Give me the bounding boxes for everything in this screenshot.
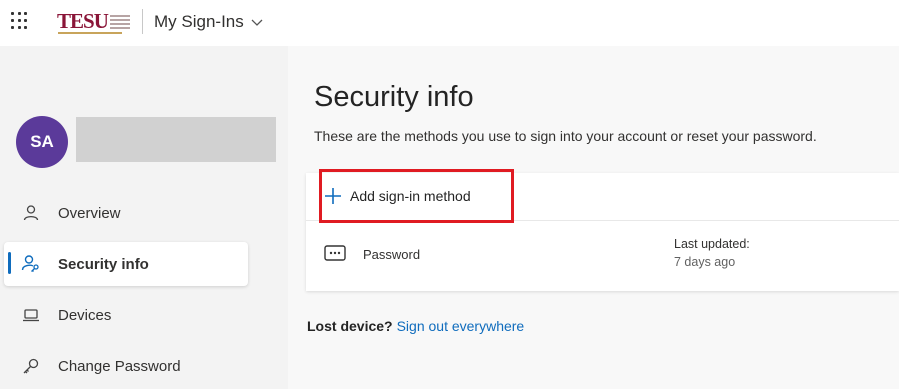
sign-out-everywhere-link[interactable]: Sign out everywhere [397,318,525,334]
sidebar: SA Overview Security info Devices Change… [0,46,288,389]
person-key-icon [21,254,41,274]
top-bar: TESU My Sign-Ins [0,0,899,46]
app-title: My Sign-Ins [154,12,244,31]
add-method-row: Add sign-in method [306,169,899,223]
add-sign-in-method-button[interactable]: Add sign-in method [316,176,471,216]
waffle-icon[interactable] [11,12,29,30]
app-switcher[interactable]: My Sign-Ins [154,12,264,32]
sidebar-item-label: Devices [58,306,112,324]
sidebar-item-label: Change Password [58,357,181,375]
person-icon [21,203,41,223]
sidebar-item-overview[interactable]: Overview [4,191,248,235]
lost-device-label: Lost device? [307,318,393,334]
last-updated-value: 7 days ago [674,255,736,269]
app-root: TESU My Sign-Ins SA Overview Security in… [0,0,899,389]
chevron-down-icon [251,19,263,26]
laptop-icon [21,305,41,325]
avatar[interactable]: SA [16,116,68,168]
add-method-label: Add sign-in method [350,188,471,204]
last-updated-label: Last updated: [674,237,750,251]
password-dots-icon [324,245,346,261]
methods-card: Add sign-in method Password Last updated… [306,169,899,291]
sidebar-item-label: Overview [58,204,121,222]
key-icon [21,356,41,376]
sidebar-item-security-info[interactable]: Security info [4,242,248,286]
method-row-password: Password Last updated: 7 days ago [306,225,899,291]
logo-underline [58,32,122,34]
header-divider [142,9,143,34]
page-title: Security info [314,81,474,113]
plus-icon [325,188,341,204]
method-name: Password [363,247,421,262]
page-description: These are the methods you use to sign in… [314,128,817,144]
user-name-redacted [76,117,276,162]
lost-device-row: Lost device? Sign out everywhere [307,318,524,334]
logo-lines [109,14,130,30]
active-indicator [8,252,11,274]
sidebar-item-devices[interactable]: Devices [4,293,248,337]
sidebar-item-change-password[interactable]: Change Password [4,344,248,388]
main-content: Security info These are the methods you … [288,46,899,389]
logo-text: TESU [57,9,109,33]
sidebar-item-label: Security info [58,255,149,273]
tesu-logo[interactable]: TESU [57,8,130,34]
